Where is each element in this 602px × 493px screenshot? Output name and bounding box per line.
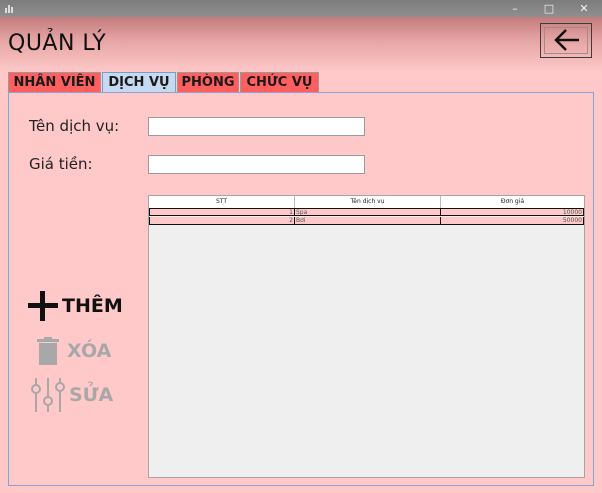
column-header-price[interactable]: Đơn giá	[441, 196, 584, 208]
maximize-button[interactable]: □	[532, 0, 566, 17]
arrow-left-icon	[554, 29, 579, 51]
close-button[interactable]: ✕	[567, 0, 601, 17]
table-row[interactable]: 1 Spa 10000	[149, 208, 584, 216]
tab-nhan-vien[interactable]: NHÂN VIÊN	[8, 72, 101, 92]
minimize-button[interactable]: –	[498, 0, 532, 17]
header: QUẢN LÝ	[0, 17, 602, 72]
cell-price: 50000	[441, 217, 584, 224]
page-title: QUẢN LÝ	[8, 31, 107, 56]
column-header-service-name[interactable]: Tên dịch vụ	[295, 196, 441, 208]
column-header-stt[interactable]: STT	[149, 196, 295, 208]
table-row[interactable]: 2 Bơi 50000	[149, 217, 584, 225]
service-name-label: Tên dịch vụ:	[29, 117, 120, 135]
cell-stt: 1	[149, 209, 295, 215]
cell-service-name: Bơi	[295, 217, 441, 224]
price-label: Giá tiền:	[29, 155, 93, 173]
price-input[interactable]	[148, 155, 365, 174]
app-icon	[5, 5, 13, 13]
add-label: THÊM	[62, 295, 123, 317]
services-table[interactable]: STT Tên dịch vụ Đơn giá 1 Spa 10000 2 Bơ…	[148, 195, 585, 478]
tab-chuc-vu[interactable]: CHỨC VỤ	[240, 72, 319, 92]
delete-button[interactable]: XÓA	[37, 337, 111, 365]
edit-button[interactable]: SỬA	[31, 377, 113, 413]
sliders-icon	[31, 378, 65, 412]
edit-label: SỬA	[69, 384, 114, 406]
cell-price: 10000	[441, 209, 584, 215]
service-name-input[interactable]	[148, 117, 365, 136]
cell-stt: 2	[149, 217, 295, 224]
plus-icon	[28, 291, 58, 321]
tab-phong[interactable]: PHÒNG	[177, 72, 239, 92]
add-button[interactable]: THÊM	[27, 290, 123, 322]
tab-dich-vu[interactable]: DỊCH VỤ	[102, 72, 176, 92]
cell-service-name: Spa	[295, 209, 441, 215]
window-titlebar: – □ ✕	[0, 0, 602, 17]
trash-icon	[37, 337, 59, 365]
delete-label: XÓA	[67, 340, 112, 362]
back-button[interactable]	[540, 23, 592, 58]
